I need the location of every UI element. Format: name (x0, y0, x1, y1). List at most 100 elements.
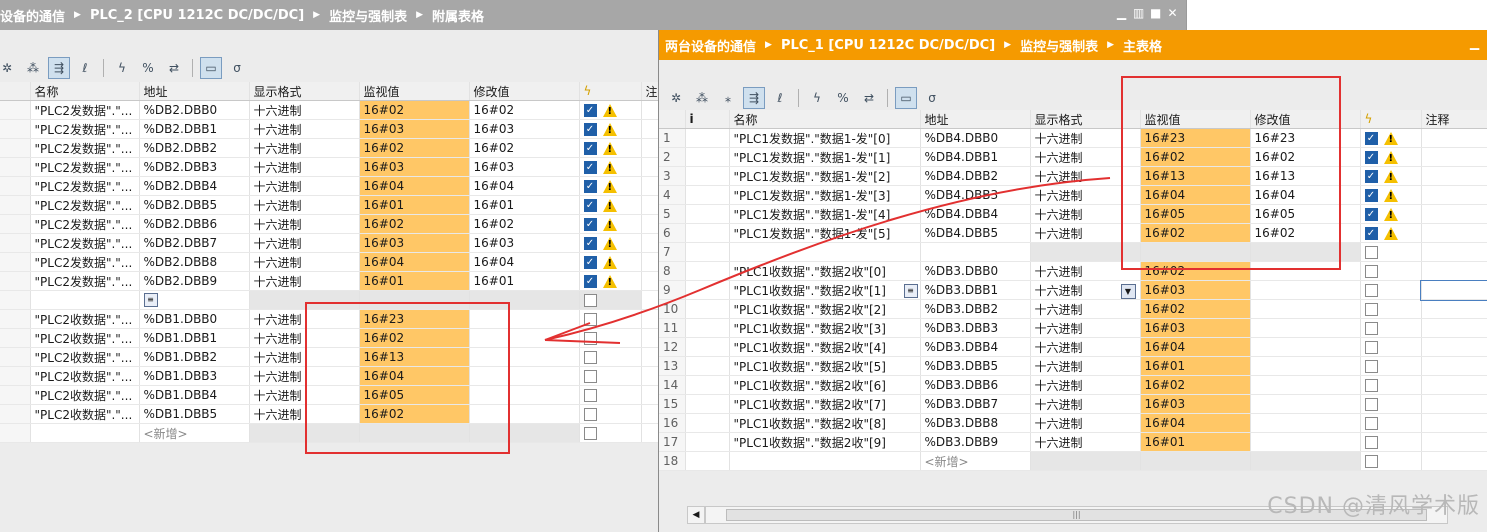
modify-value-cell[interactable] (469, 404, 580, 424)
close-icon[interactable]: ✕ (1167, 7, 1178, 19)
comment-cell[interactable] (641, 119, 660, 139)
table-row[interactable]: 10 "PLC1收数据"."数据2收"[2] %DB3.DBB2 十六进制 16#02 (659, 299, 1487, 319)
modify-checkbox[interactable]: ✓ (1364, 132, 1378, 145)
format-cell[interactable]: 十六进制 (1030, 337, 1141, 357)
modify-checkbox[interactable]: ✓ (583, 161, 597, 174)
modify-value-cell[interactable] (1250, 280, 1361, 300)
name-cell[interactable]: "PLC1收数据"."数据2收"[5] (729, 356, 921, 376)
format-cell[interactable]: 十六进制 (249, 309, 360, 329)
modify-trigger-icon[interactable]: % (137, 57, 159, 79)
modify-now-icon[interactable]: ϟ (111, 57, 133, 79)
table-row[interactable]: 8 "PLC1收数据"."数据2收"[0] %DB3.DBB0 十六进制 16#02 (659, 261, 1487, 281)
comment-cell[interactable] (1421, 337, 1487, 357)
modify-value-cell[interactable] (1250, 375, 1361, 395)
modify-value-cell[interactable]: 16#01 (469, 271, 580, 291)
modify-value-cell[interactable]: 16#02 (469, 138, 580, 158)
name-cell[interactable]: "PLC2发数据"."... (30, 119, 140, 139)
col-comment-header[interactable]: 注 (641, 82, 660, 101)
name-cell[interactable]: "PLC1收数据"."数据2收"[7] (729, 394, 921, 414)
name-cell[interactable]: "PLC2发数据"."... (30, 214, 140, 234)
table-row[interactable]: "PLC2发数据"."... %DB2.DBB1 十六进制 16#03 16#03 ✓ (0, 119, 660, 139)
table-row[interactable]: "PLC2发数据"."... %DB2.DBB0 十六进制 16#02 16#02 ✓ (0, 100, 660, 120)
modify-value-cell[interactable]: 16#02 (469, 100, 580, 120)
format-cell[interactable]: 十六进制 (249, 328, 360, 348)
format-cell[interactable]: 十六进制 (249, 366, 360, 386)
comment-cell[interactable] (641, 271, 660, 291)
left-breadcrumb-0[interactable]: 设备的通信 (0, 6, 65, 25)
comment-cell[interactable] (641, 100, 660, 120)
modify-checkbox[interactable]: ✓ (583, 256, 597, 269)
col-format-header[interactable]: 显示格式 (249, 82, 360, 101)
table-row[interactable]: 9 "PLC1收数据"."数据2收"[1] ≡ %DB3.DBB1 十六进制 ▼ 16#03 (659, 279, 1487, 301)
modify-checkbox[interactable] (1364, 303, 1378, 316)
right-breadcrumb-0[interactable]: 两台设备的通信 (665, 36, 756, 55)
modify-value-cell[interactable]: 16#01 (469, 195, 580, 215)
modify-checkbox[interactable] (1364, 284, 1378, 297)
minimize-icon[interactable]: ▁ (1116, 7, 1127, 19)
address-cell[interactable]: %DB3.DBB9 (920, 432, 1031, 452)
table-row[interactable]: 1 "PLC1发数据"."数据1-发"[0] %DB4.DBB0 十六进制 16#23 1… (659, 128, 1487, 148)
col-info-header[interactable]: i (685, 110, 730, 129)
name-cell[interactable]: "PLC2收数据"."... (30, 404, 140, 424)
table-row[interactable]: "PLC2发数据"."... %DB2.DBB4 十六进制 16#04 16#04 ✓ (0, 176, 660, 196)
address-cell[interactable]: %DB3.DBB2 (920, 299, 1031, 319)
table-row[interactable]: "PLC2发数据"."... %DB2.DBB5 十六进制 16#01 16#01 ✓ (0, 195, 660, 215)
left-breadcrumb-3[interactable]: 附属表格 (432, 6, 484, 25)
format-cell[interactable]: 十六进制 (1030, 394, 1141, 414)
table-row[interactable]: "PLC2收数据"."... %DB1.DBB5 十六进制 16#02 (0, 404, 660, 424)
modify-value-cell[interactable]: 16#23 (1250, 128, 1361, 148)
format-cell[interactable]: 十六进制 (1030, 185, 1141, 205)
modify-checkbox[interactable]: ✓ (1364, 189, 1378, 202)
modify-checkbox[interactable] (583, 408, 597, 421)
name-cell[interactable]: "PLC1收数据"."数据2收"[9] (729, 432, 921, 452)
comment-cell[interactable] (1421, 413, 1487, 433)
table-row[interactable]: 18 <新增> (659, 451, 1487, 471)
name-cell[interactable]: "PLC1收数据"."数据2收"[6] (729, 375, 921, 395)
col-modify-flag-header[interactable]: ϟ (1360, 110, 1422, 129)
comment-cell[interactable] (641, 404, 660, 424)
format-cell[interactable]: 十六进制 (1030, 204, 1141, 224)
address-cell[interactable]: %DB3.DBB5 (920, 356, 1031, 376)
modify-checkbox[interactable] (583, 427, 597, 440)
comment-cell[interactable] (1420, 279, 1487, 301)
modify-value-cell[interactable] (1250, 432, 1361, 452)
modify-checkbox[interactable] (1364, 417, 1378, 430)
modify-checkbox[interactable] (583, 389, 597, 402)
format-cell[interactable]: 十六进制 (1030, 318, 1141, 338)
list-picker-icon[interactable]: ≡ (143, 293, 158, 308)
format-cell[interactable]: 十六进制 (249, 252, 360, 272)
table-row[interactable]: 13 "PLC1收数据"."数据2收"[5] %DB3.DBB5 十六进制 16#01 (659, 356, 1487, 376)
format-cell[interactable]: 十六进制 ▼ (1030, 280, 1141, 300)
modify-checkbox[interactable] (1364, 246, 1378, 259)
comment-cell[interactable] (641, 385, 660, 405)
modify-checkbox[interactable] (1364, 360, 1378, 373)
name-cell[interactable]: "PLC2收数据"."... (30, 328, 140, 348)
name-cell[interactable] (30, 290, 140, 310)
modify-value-cell[interactable] (1250, 261, 1361, 281)
address-cell[interactable]: %DB3.DBB4 (920, 337, 1031, 357)
format-cell[interactable]: 十六进制 (1030, 375, 1141, 395)
modify-checkbox[interactable]: ✓ (583, 142, 597, 155)
modify-checkbox[interactable]: ✓ (583, 180, 597, 193)
col-comment-header[interactable]: 注释 (1421, 110, 1487, 129)
format-cell[interactable]: 十六进制 (249, 195, 360, 215)
modify-checkbox[interactable] (583, 332, 597, 345)
modify-checkbox[interactable] (1364, 379, 1378, 392)
comment-cell[interactable] (641, 347, 660, 367)
comment-cell[interactable] (1421, 299, 1487, 319)
address-cell[interactable]: %DB1.DBB2 (139, 347, 250, 367)
right-breadcrumb-2[interactable]: 监控与强制表 (1020, 36, 1098, 55)
refresh-icon[interactable]: ⁎ (717, 87, 739, 109)
address-cell[interactable]: %DB4.DBB2 (920, 166, 1031, 186)
modify-value-cell[interactable] (469, 328, 580, 348)
modify-value-cell[interactable]: 16#05 (1250, 204, 1361, 224)
name-cell[interactable]: "PLC1收数据"."数据2收"[2] (729, 299, 921, 319)
col-modify-header[interactable]: 修改值 (469, 82, 580, 101)
name-cell[interactable]: "PLC2发数据"."... (30, 157, 140, 177)
address-cell[interactable]: %DB4.DBB3 (920, 185, 1031, 205)
address-cell[interactable]: %DB3.DBB1 (920, 280, 1031, 300)
modify-checkbox[interactable]: ✓ (1364, 151, 1378, 164)
table-row[interactable]: "PLC2收数据"."... %DB1.DBB2 十六进制 16#13 (0, 347, 660, 367)
col-address-header[interactable]: 地址 (139, 82, 250, 101)
modify-value-cell[interactable] (1250, 318, 1361, 338)
